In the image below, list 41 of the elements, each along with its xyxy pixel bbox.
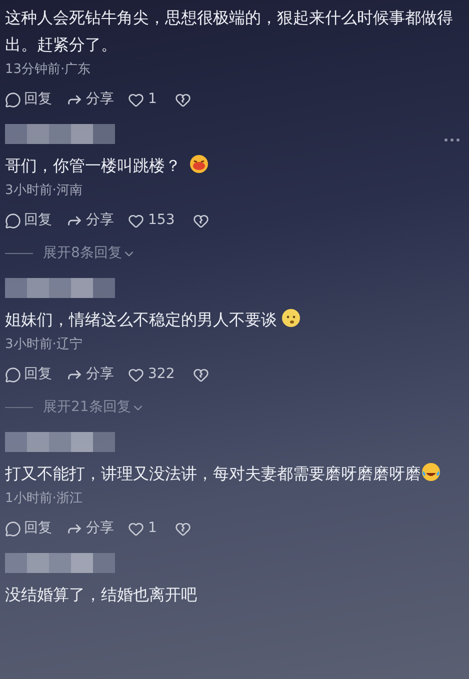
expand-replies-link[interactable]: 展开8条回复	[43, 243, 136, 264]
broken-heart-icon	[174, 520, 191, 536]
worried-face-icon	[281, 308, 301, 328]
comment-icon	[5, 212, 21, 228]
comment-icon	[5, 520, 21, 536]
comment-time-location: 1小时前·浙江	[5, 490, 84, 508]
comment-icon	[5, 366, 21, 382]
comment-text: 哥们，你管一楼叫跳楼？	[5, 156, 181, 175]
comment-text: 打又不能打，讲理又没法讲，每对夫妻都需要磨呀磨磨呀磨	[5, 464, 421, 483]
comment-time-location: 13分钟前·广东	[5, 61, 92, 79]
share-button[interactable]: 分享	[66, 210, 114, 231]
share-button[interactable]: 分享	[66, 89, 114, 110]
broken-heart-icon	[174, 92, 191, 108]
heart-icon	[128, 212, 144, 228]
share-button[interactable]: 分享	[66, 364, 114, 385]
comment-icon	[5, 92, 21, 108]
like-button[interactable]: 1	[128, 89, 157, 110]
comment-text: 姐妹们，情绪这么不稳定的男人不要谈	[5, 310, 277, 329]
heart-icon	[128, 366, 144, 382]
like-button[interactable]: 1	[128, 518, 157, 539]
dislike-button[interactable]	[192, 366, 209, 382]
reply-button[interactable]: 回复	[5, 518, 52, 539]
broken-heart-icon	[192, 212, 209, 228]
share-button[interactable]: 分享	[66, 518, 114, 539]
like-button[interactable]: 322	[128, 364, 175, 385]
comment-time-location: 3小时前·辽宁	[5, 336, 84, 354]
dislike-button[interactable]	[192, 212, 209, 228]
like-button[interactable]: 153	[128, 210, 175, 231]
dislike-button[interactable]	[174, 520, 191, 536]
dislike-button[interactable]	[174, 92, 191, 108]
reply-button[interactable]: 回复	[5, 364, 52, 385]
heart-icon	[128, 92, 144, 108]
more-icon[interactable]	[444, 138, 460, 142]
comment-text: 没结婚算了，结婚也离开吧	[5, 585, 197, 604]
comment-time-location: 3小时前·河南	[5, 182, 84, 200]
comment-text: 这种人会死钻牛角尖，思想很极端的，狠起来什么时候事都做得出。赶紧分了。	[5, 8, 453, 54]
laughing-tears-face-icon	[421, 462, 441, 482]
reply-button[interactable]: 回复	[5, 210, 52, 231]
heart-icon	[128, 520, 144, 536]
broken-heart-icon	[192, 366, 209, 382]
reply-button[interactable]: 回复	[5, 89, 52, 110]
